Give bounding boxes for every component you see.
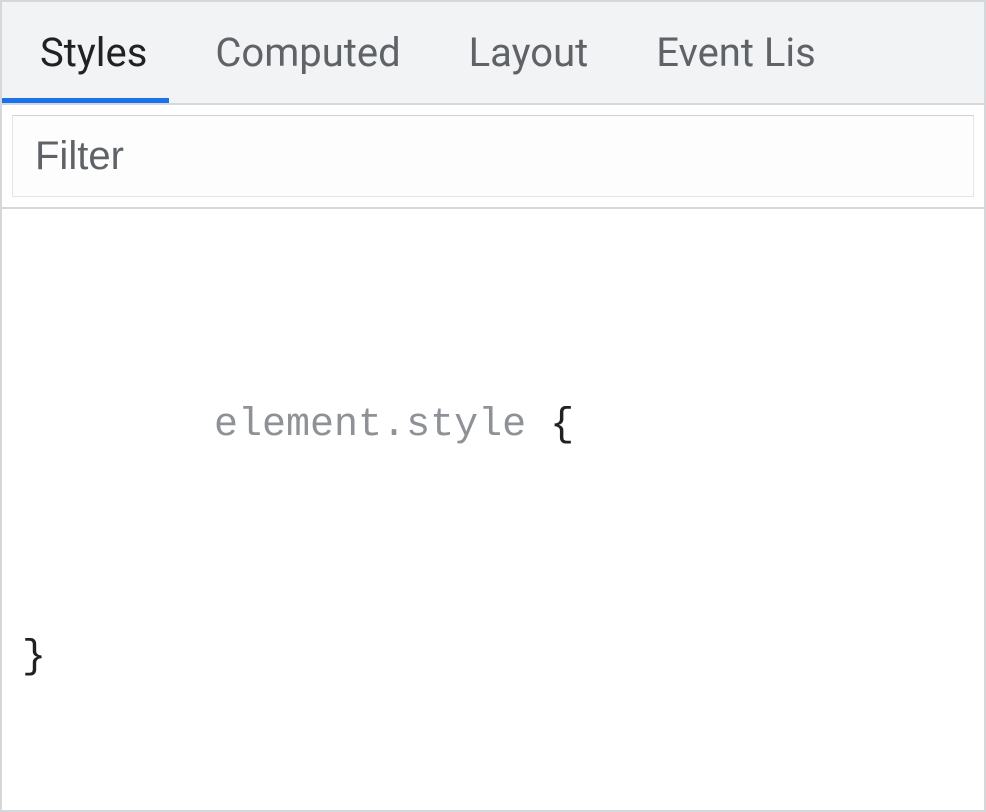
tab-layout[interactable]: Layout: [435, 2, 623, 103]
brace-close: }: [22, 629, 964, 687]
tab-styles[interactable]: Styles: [2, 2, 181, 103]
selector-element-style: element.style: [214, 403, 526, 448]
rules-list: element.style { } @media (prefers-color-…: [2, 209, 984, 810]
styles-panel: Styles Computed Layout Event Lis element…: [0, 0, 986, 812]
rule-element-style[interactable]: element.style { }: [2, 209, 984, 810]
tab-event-listeners[interactable]: Event Lis: [622, 2, 850, 103]
filter-row: [2, 105, 984, 209]
tab-bar: Styles Computed Layout Event Lis: [2, 2, 984, 105]
tab-computed[interactable]: Computed: [181, 2, 434, 103]
filter-input[interactable]: [12, 115, 974, 197]
brace-open: {: [526, 403, 574, 448]
